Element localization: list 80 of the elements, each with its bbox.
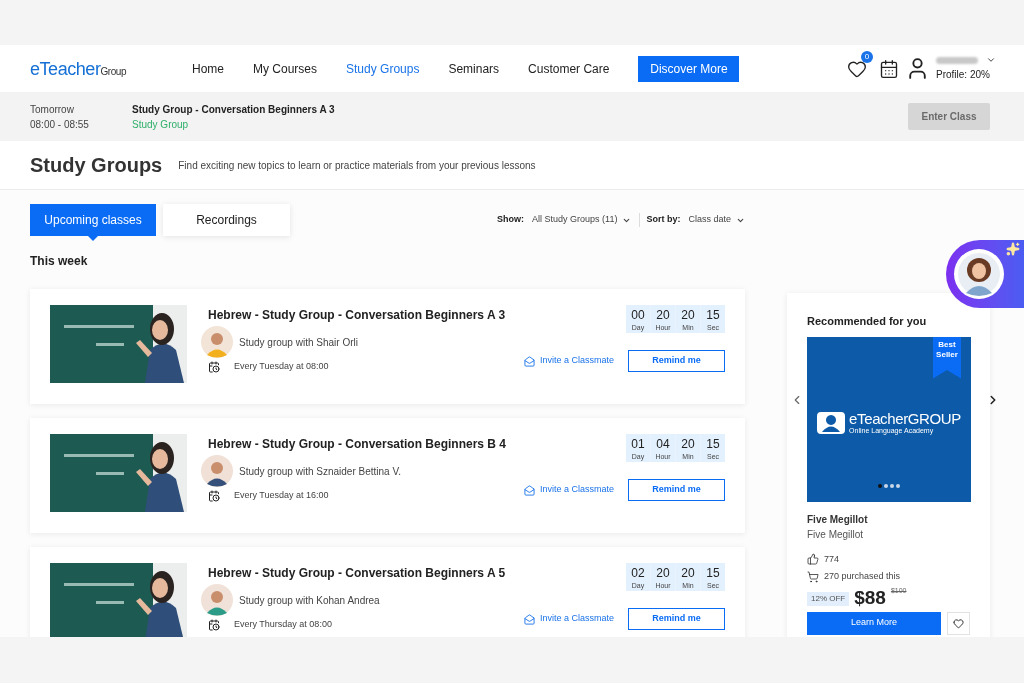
class-schedule: Every Tuesday at 08:00 [234,360,329,373]
recurring-calendar-icon [208,489,220,502]
recommendation-heading: Recommended for you [807,314,928,329]
class-title[interactable]: Hebrew - Study Group - Conversation Beginners A 5 [208,564,506,582]
envelope-icon [523,355,535,367]
nav-link[interactable]: Seminars [448,59,500,78]
teacher-avatar [201,326,233,358]
remind-me-button[interactable]: Remind me [628,350,725,372]
class-title[interactable]: Hebrew - Study Group - Conversation Beginners A 3 [208,306,506,324]
countdown-value: 20 [656,565,670,581]
calendar-icon[interactable] [879,58,899,79]
filter-dropdown[interactable]: Class date [688,213,745,227]
countdown-value: 01 [631,436,645,452]
countdown-value: 15 [706,565,720,581]
invite-classmate-link[interactable]: Invite a Classmate [523,354,614,368]
remind-me-button[interactable]: Remind me [628,479,725,501]
filter-dropdown[interactable]: All Study Groups (11) [532,213,632,227]
nav-link[interactable]: Customer Care [528,59,610,78]
remind-me-button[interactable]: Remind me [628,608,725,630]
assistant-avatar [954,249,1004,299]
countdown-value: 02 [631,565,645,581]
wishlist-button[interactable] [947,611,970,635]
countdown-value: 15 [706,436,720,452]
invite-classmate-link[interactable]: Invite a Classmate [523,612,614,626]
nav-link[interactable]: Study Groups [346,59,420,78]
page-title: Study Groups [30,153,163,178]
teacher-name: Study group with Shair Orli [239,335,358,350]
countdown-value: 20 [656,307,670,323]
countdown-value: 20 [681,436,695,452]
class-title[interactable]: Hebrew - Study Group - Conversation Beginners B 4 [208,435,507,453]
tab[interactable]: Recordings [163,204,290,236]
discover-more-button[interactable]: Discover More [638,55,740,82]
countdown-value: 15 [706,307,720,323]
recurring-calendar-icon [208,618,220,631]
class-schedule: Every Thursday at 08:00 [234,618,332,631]
teacher-name: Study group with Kohan Andrea [239,593,380,608]
blurred-username [936,56,978,64]
likes-count: 774 [824,552,840,566]
teacher-avatar [201,584,233,616]
section-title: This week [30,253,89,270]
filter-label: Sort by: [646,213,681,227]
nav-link[interactable]: Home [192,59,224,78]
discount-tag: 12% OFF [807,591,850,606]
tab-pointer [88,236,98,241]
class-day: Tomorrow [30,101,132,117]
purchase-count: 270 purchased this [824,570,901,583]
countdown-value: 00 [631,307,645,323]
envelope-icon [523,613,535,625]
class-type: Study Group [132,117,190,132]
class-time: 08:00 - 08:55 [30,117,90,132]
course-subtitle: Five Megillot [807,527,865,542]
envelope-icon [523,484,535,496]
assistant-launcher[interactable] [946,240,1024,308]
filter-label: Show: [497,213,525,227]
wishlist-count: 0 [861,50,873,63]
cart-icon [807,570,819,583]
countdown-value: 20 [681,307,695,323]
invite-classmate-link[interactable]: Invite a Classmate [523,483,614,497]
best-seller-ribbon: Best Seller [933,336,961,379]
page-subtitle: Find exciting new topics to learn or practice materials from your previous lessons [178,158,536,173]
countdown-value: 04 [656,436,670,452]
teacher-avatar [201,455,233,487]
class-schedule: Every Tuesday at 16:00 [234,489,329,502]
countdown-value: 20 [681,565,695,581]
brand-name: eTeacherGROUP [849,411,961,427]
next-class-title: Study Group - Conversation Beginners A 3 [132,102,335,117]
chevron-down-icon[interactable] [986,55,996,65]
profile-completion: Profile: 20% [936,68,991,82]
teacher-name: Study group with Sznaider Bettina V. [239,464,401,479]
person-logo-icon [817,412,846,434]
logo[interactable]: eTeacherGroup [30,59,126,78]
sparkle-icon [1006,242,1020,256]
thumbs-up-icon[interactable] [807,553,819,566]
learn-more-button[interactable]: Learn More [807,611,942,635]
course-title[interactable]: Five Megillot [807,511,970,527]
tab[interactable]: Upcoming classes [30,204,156,236]
nav-link[interactable]: My Courses [253,59,318,78]
course-price: $88 [854,585,886,610]
recurring-calendar-icon [208,360,220,373]
heart-icon [953,617,965,629]
